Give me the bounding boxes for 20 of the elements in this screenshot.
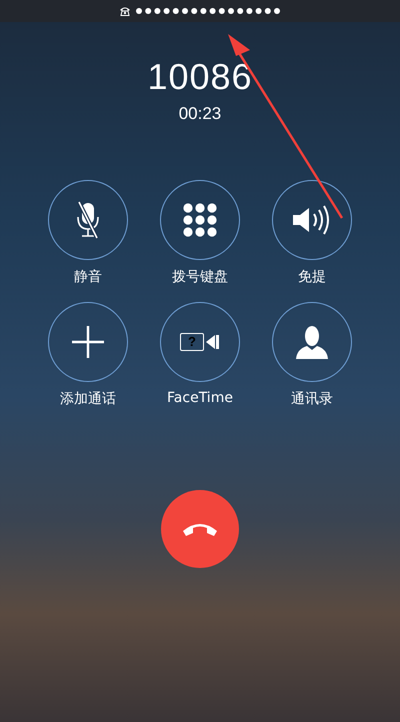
- button-label: 静音: [74, 268, 102, 286]
- button-label: 免提: [298, 268, 326, 286]
- button-label: 添加通话: [60, 390, 116, 408]
- speaker-button[interactable]: [272, 180, 352, 260]
- add-button[interactable]: [48, 302, 128, 382]
- keypad-icon: [183, 203, 217, 237]
- phone-icon: [119, 6, 131, 16]
- contacts-button[interactable]: [272, 302, 352, 382]
- mute-button[interactable]: [48, 180, 128, 260]
- button-label: FaceTime: [167, 390, 233, 406]
- plus-icon: [71, 325, 105, 359]
- status-bar[interactable]: [0, 0, 400, 22]
- hang-up-icon: [181, 521, 219, 537]
- facetime-button[interactable]: ?: [160, 302, 240, 382]
- call-duration: 00:23: [178, 104, 222, 124]
- person-icon: [296, 325, 328, 359]
- keypad-button[interactable]: [160, 180, 240, 260]
- button-label: 拨号键盘: [172, 268, 228, 286]
- button-label: 通讯录: [291, 390, 333, 408]
- phone-number: 10086: [147, 56, 253, 98]
